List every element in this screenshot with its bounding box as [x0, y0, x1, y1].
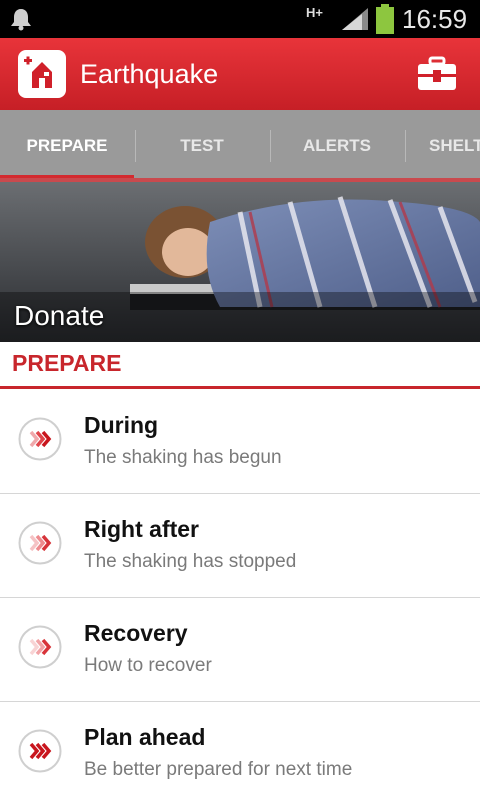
item-title: During	[84, 412, 159, 438]
tab-label: TEST	[180, 136, 224, 155]
tab-label: PREPARE	[26, 136, 108, 155]
bell-icon	[11, 9, 31, 31]
app-title: Earthquake	[80, 59, 219, 89]
chevron-double-right-icon	[18, 521, 62, 565]
tab-test[interactable]: TEST	[135, 110, 269, 182]
chevron-double-right-icon	[18, 417, 62, 461]
tab-alerts[interactable]: ALERTS	[270, 110, 404, 182]
donate-banner[interactable]: Donate	[0, 182, 480, 342]
house-cross-icon	[24, 56, 52, 88]
section-title: PREPARE	[12, 350, 122, 376]
tab-prepare[interactable]: PREPARE	[0, 110, 134, 182]
tab-bar: PREPARE TEST ALERTS SHELT	[0, 110, 480, 182]
item-subtitle: How to recover	[84, 655, 212, 676]
chevron-double-right-icon	[18, 625, 62, 669]
list-item-right-after[interactable]: Right after The shaking has stopped	[0, 494, 480, 598]
item-subtitle: Be better prepared for next time	[84, 759, 353, 780]
item-title: Recovery	[84, 620, 188, 646]
list-item-during[interactable]: During The shaking has begun	[0, 390, 480, 494]
app-logo[interactable]	[18, 50, 66, 98]
list-item-recovery[interactable]: Recovery How to recover	[0, 598, 480, 702]
item-title: Plan ahead	[84, 724, 206, 750]
list-item-plan-ahead[interactable]: Plan ahead Be better prepared for next t…	[0, 702, 480, 805]
section-divider	[0, 386, 480, 389]
donate-label: Donate	[14, 300, 105, 331]
status-bar: H+ 16:59	[0, 0, 480, 38]
chevron-double-right-icon	[18, 729, 62, 773]
battery-icon	[376, 4, 394, 34]
status-time: 16:59	[402, 4, 468, 34]
tab-label: ALERTS	[303, 136, 371, 155]
item-subtitle: The shaking has begun	[84, 447, 282, 468]
signal-icon	[342, 8, 368, 30]
tab-shelters[interactable]: SHELT	[405, 110, 480, 182]
item-title: Right after	[84, 516, 199, 542]
tab-label: SHELT	[429, 136, 480, 155]
action-bar: Earthquake	[0, 38, 480, 110]
network-type: H+	[306, 5, 323, 20]
first-aid-kit-icon[interactable]	[416, 56, 458, 92]
item-subtitle: The shaking has stopped	[84, 551, 297, 572]
